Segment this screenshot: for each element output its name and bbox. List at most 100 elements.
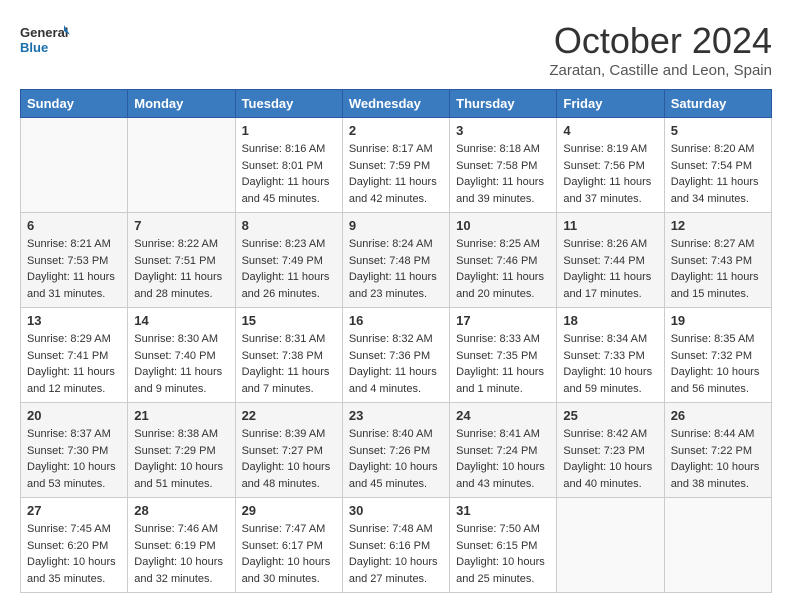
day-number: 16 bbox=[349, 313, 443, 328]
day-detail: Sunrise: 8:38 AMSunset: 7:29 PMDaylight:… bbox=[134, 426, 228, 492]
day-number: 1 bbox=[242, 123, 336, 138]
calendar-cell: 31 Sunrise: 7:50 AMSunset: 6:15 PMDayligh… bbox=[450, 498, 557, 593]
day-number: 21 bbox=[134, 408, 228, 423]
weekday-header-wednesday: Wednesday bbox=[342, 90, 449, 118]
day-number: 20 bbox=[27, 408, 121, 423]
calendar-cell bbox=[21, 118, 128, 213]
calendar-cell bbox=[664, 498, 771, 593]
day-number: 5 bbox=[671, 123, 765, 138]
day-number: 8 bbox=[242, 218, 336, 233]
day-detail: Sunrise: 8:22 AMSunset: 7:51 PMDaylight:… bbox=[134, 236, 228, 302]
day-number: 4 bbox=[563, 123, 657, 138]
calendar-cell bbox=[128, 118, 235, 213]
day-number: 15 bbox=[242, 313, 336, 328]
calendar-week-row: 27Sunrise: 7:45 AMSunset: 6:20 PMDayligh… bbox=[21, 498, 772, 593]
day-detail: Sunrise: 8:37 AMSunset: 7:30 PMDaylight:… bbox=[27, 426, 121, 492]
calendar-cell bbox=[557, 498, 664, 593]
day-number: 2 bbox=[349, 123, 443, 138]
title-block: October 2024 Zaratan, Castille and Leon,… bbox=[549, 20, 772, 79]
calendar-cell: 1 Sunrise: 8:16 AMSunset: 8:01 PMDaylight… bbox=[235, 118, 342, 213]
calendar-cell: 24Sunrise: 8:41 AMSunset: 7:24 PMDayligh… bbox=[450, 403, 557, 498]
day-number: 13 bbox=[27, 313, 121, 328]
day-number: 22 bbox=[242, 408, 336, 423]
calendar-cell: 16 Sunrise: 8:32 AMSunset: 7:36 PMDayligh… bbox=[342, 308, 449, 403]
day-detail: Sunrise: 7:46 AMSunset: 6:19 PMDaylight:… bbox=[134, 521, 228, 587]
day-detail: Sunrise: 8:20 AMSunset: 7:54 PMDaylight:… bbox=[671, 141, 765, 207]
day-number: 9 bbox=[349, 218, 443, 233]
day-number: 31 bbox=[456, 503, 550, 518]
calendar-cell: 28Sunrise: 7:46 AMSunset: 6:19 PMDayligh… bbox=[128, 498, 235, 593]
day-number: 19 bbox=[671, 313, 765, 328]
logo-svg: General Blue bbox=[20, 20, 70, 60]
day-number: 30 bbox=[349, 503, 443, 518]
calendar-cell: 3Sunrise: 8:18 AMSunset: 7:58 PMDaylight… bbox=[450, 118, 557, 213]
day-detail: Sunrise: 8:30 AMSunset: 7:40 PMDaylight:… bbox=[134, 331, 228, 397]
day-number: 17 bbox=[456, 313, 550, 328]
location-title: Zaratan, Castille and Leon, Spain bbox=[549, 62, 772, 79]
calendar-cell: 7Sunrise: 8:22 AMSunset: 7:51 PMDaylight… bbox=[128, 213, 235, 308]
calendar-cell: 4 Sunrise: 8:19 AMSunset: 7:56 PMDaylight… bbox=[557, 118, 664, 213]
calendar-cell: 27Sunrise: 7:45 AMSunset: 6:20 PMDayligh… bbox=[21, 498, 128, 593]
day-detail: Sunrise: 8:16 AMSunset: 8:01 PMDaylight:… bbox=[242, 141, 336, 207]
svg-text:General: General bbox=[20, 25, 68, 40]
day-detail: Sunrise: 8:35 AMSunset: 7:32 PMDaylight:… bbox=[671, 331, 765, 397]
day-detail: Sunrise: 8:42 AMSunset: 7:23 PMDaylight:… bbox=[563, 426, 657, 492]
calendar-cell: 23 Sunrise: 8:40 AMSunset: 7:26 PMDayligh… bbox=[342, 403, 449, 498]
calendar-week-row: 6 Sunrise: 8:21 AMSunset: 7:53 PMDaylight… bbox=[21, 213, 772, 308]
calendar-cell: 26 Sunrise: 8:44 AMSunset: 7:22 PMDayligh… bbox=[664, 403, 771, 498]
calendar-cell: 12Sunrise: 8:27 AMSunset: 7:43 PMDayligh… bbox=[664, 213, 771, 308]
day-number: 11 bbox=[563, 218, 657, 233]
day-number: 12 bbox=[671, 218, 765, 233]
day-detail: Sunrise: 7:48 AMSunset: 6:16 PMDaylight:… bbox=[349, 521, 443, 587]
day-detail: Sunrise: 8:21 AMSunset: 7:53 PMDaylight:… bbox=[27, 236, 121, 302]
day-number: 6 bbox=[27, 218, 121, 233]
day-detail: Sunrise: 8:34 AMSunset: 7:33 PMDaylight:… bbox=[563, 331, 657, 397]
day-detail: Sunrise: 7:50 AMSunset: 6:15 PMDaylight:… bbox=[456, 521, 550, 587]
weekday-header-monday: Monday bbox=[128, 90, 235, 118]
calendar-cell: 29 Sunrise: 7:47 AMSunset: 6:17 PMDayligh… bbox=[235, 498, 342, 593]
day-detail: Sunrise: 8:32 AMSunset: 7:36 PMDaylight:… bbox=[349, 331, 443, 397]
calendar-cell: 9 Sunrise: 8:24 AMSunset: 7:48 PMDaylight… bbox=[342, 213, 449, 308]
day-number: 23 bbox=[349, 408, 443, 423]
logo: General Blue bbox=[20, 20, 70, 60]
day-detail: Sunrise: 8:19 AMSunset: 7:56 PMDaylight:… bbox=[563, 141, 657, 207]
day-number: 29 bbox=[242, 503, 336, 518]
calendar-cell: 8Sunrise: 8:23 AMSunset: 7:49 PMDaylight… bbox=[235, 213, 342, 308]
calendar-cell: 30 Sunrise: 7:48 AMSunset: 6:16 PMDayligh… bbox=[342, 498, 449, 593]
day-number: 26 bbox=[671, 408, 765, 423]
calendar-cell: 21 Sunrise: 8:38 AMSunset: 7:29 PMDayligh… bbox=[128, 403, 235, 498]
day-number: 18 bbox=[563, 313, 657, 328]
calendar-cell: 19 Sunrise: 8:35 AMSunset: 7:32 PMDayligh… bbox=[664, 308, 771, 403]
day-detail: Sunrise: 8:26 AMSunset: 7:44 PMDaylight:… bbox=[563, 236, 657, 302]
calendar-cell: 11 Sunrise: 8:26 AMSunset: 7:44 PMDayligh… bbox=[557, 213, 664, 308]
day-detail: Sunrise: 8:33 AMSunset: 7:35 PMDaylight:… bbox=[456, 331, 550, 397]
calendar-cell: 18 Sunrise: 8:34 AMSunset: 7:33 PMDayligh… bbox=[557, 308, 664, 403]
calendar-cell: 15Sunrise: 8:31 AMSunset: 7:38 PMDayligh… bbox=[235, 308, 342, 403]
day-detail: Sunrise: 8:44 AMSunset: 7:22 PMDaylight:… bbox=[671, 426, 765, 492]
calendar-cell: 10Sunrise: 8:25 AMSunset: 7:46 PMDayligh… bbox=[450, 213, 557, 308]
day-detail: Sunrise: 8:29 AMSunset: 7:41 PMDaylight:… bbox=[27, 331, 121, 397]
calendar-cell: 13 Sunrise: 8:29 AMSunset: 7:41 PMDayligh… bbox=[21, 308, 128, 403]
day-number: 25 bbox=[563, 408, 657, 423]
svg-text:Blue: Blue bbox=[20, 40, 48, 55]
day-detail: Sunrise: 8:40 AMSunset: 7:26 PMDaylight:… bbox=[349, 426, 443, 492]
calendar-cell: 25 Sunrise: 8:42 AMSunset: 7:23 PMDayligh… bbox=[557, 403, 664, 498]
calendar-week-row: 1 Sunrise: 8:16 AMSunset: 8:01 PMDaylight… bbox=[21, 118, 772, 213]
day-detail: Sunrise: 7:45 AMSunset: 6:20 PMDaylight:… bbox=[27, 521, 121, 587]
day-number: 14 bbox=[134, 313, 228, 328]
calendar-cell: 2 Sunrise: 8:17 AMSunset: 7:59 PMDaylight… bbox=[342, 118, 449, 213]
day-detail: Sunrise: 8:24 AMSunset: 7:48 PMDaylight:… bbox=[349, 236, 443, 302]
day-detail: Sunrise: 8:41 AMSunset: 7:24 PMDaylight:… bbox=[456, 426, 550, 492]
calendar-week-row: 13 Sunrise: 8:29 AMSunset: 7:41 PMDayligh… bbox=[21, 308, 772, 403]
weekday-header-friday: Friday bbox=[557, 90, 664, 118]
day-detail: Sunrise: 8:39 AMSunset: 7:27 PMDaylight:… bbox=[242, 426, 336, 492]
day-detail: Sunrise: 8:18 AMSunset: 7:58 PMDaylight:… bbox=[456, 141, 550, 207]
weekday-header-sunday: Sunday bbox=[21, 90, 128, 118]
day-number: 10 bbox=[456, 218, 550, 233]
weekday-header-tuesday: Tuesday bbox=[235, 90, 342, 118]
calendar-cell: 17 Sunrise: 8:33 AMSunset: 7:35 PMDayligh… bbox=[450, 308, 557, 403]
calendar-cell: 14 Sunrise: 8:30 AMSunset: 7:40 PMDayligh… bbox=[128, 308, 235, 403]
weekday-header-row: SundayMondayTuesdayWednesdayThursdayFrid… bbox=[21, 90, 772, 118]
day-detail: Sunrise: 7:47 AMSunset: 6:17 PMDaylight:… bbox=[242, 521, 336, 587]
day-detail: Sunrise: 8:17 AMSunset: 7:59 PMDaylight:… bbox=[349, 141, 443, 207]
